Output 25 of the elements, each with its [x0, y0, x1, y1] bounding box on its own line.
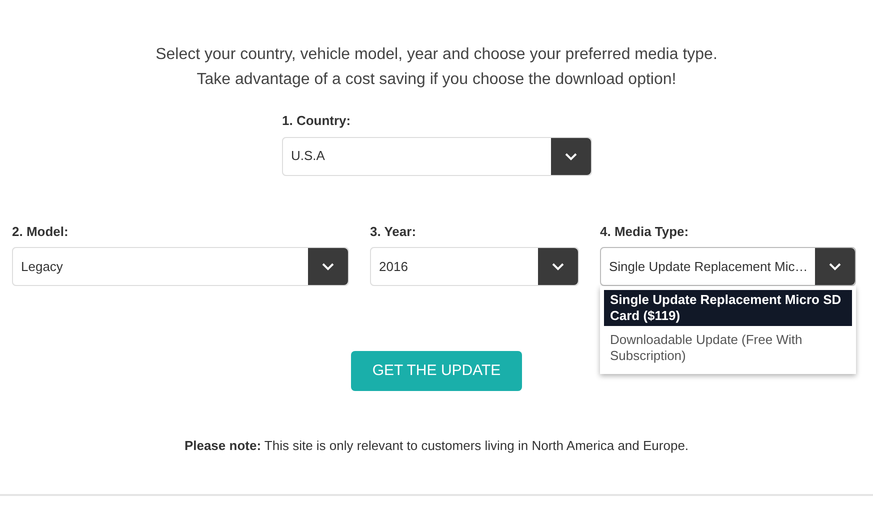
- dropdown-select[interactable]: 2016: [370, 247, 579, 286]
- chevron-down-icon: [321, 262, 335, 271]
- intro-text: Take advantage of a cost saving if you choose the download option!: [196, 70, 676, 90]
- chevron-down-icon: [551, 262, 565, 271]
- field-label: 1. Country:: [282, 112, 352, 130]
- dropdown-toggle[interactable]: [308, 248, 348, 285]
- note-text: Please note: This site is only relevant to customers living in North America and Europe.: [184, 437, 689, 455]
- select-value: 2016: [378, 258, 409, 276]
- chevron-down-icon: [564, 152, 578, 160]
- select-value: Single Update Replacement Mic…: [608, 258, 809, 276]
- dropdown-toggle[interactable]: [551, 138, 591, 174]
- field-label: 3. Year:: [370, 222, 418, 240]
- dropdown-option[interactable]: Downloadable Update (Free With Subscription): [604, 330, 852, 366]
- intro-text: Select your country, vehicle model, year and choose your preferred media type.: [156, 45, 718, 65]
- field-label: 2. Model:: [12, 222, 70, 240]
- chevron-down-icon: [828, 262, 842, 271]
- dropdown-select[interactable]: U.S.A: [282, 136, 592, 176]
- dropdown-select[interactable]: Single Update Replacement Mic…: [600, 247, 856, 286]
- dropdown-select[interactable]: Legacy: [12, 247, 349, 286]
- dropdown-option[interactable]: Single Update Replacement Micro SD Card ($119): [604, 290, 852, 326]
- dropdown-toggle[interactable]: [538, 248, 578, 285]
- dropdown-toggle[interactable]: [815, 248, 855, 285]
- select-value: Legacy: [20, 258, 64, 276]
- select-value: U.S.A: [290, 147, 326, 166]
- field-label: 4. Media Type:: [600, 222, 690, 241]
